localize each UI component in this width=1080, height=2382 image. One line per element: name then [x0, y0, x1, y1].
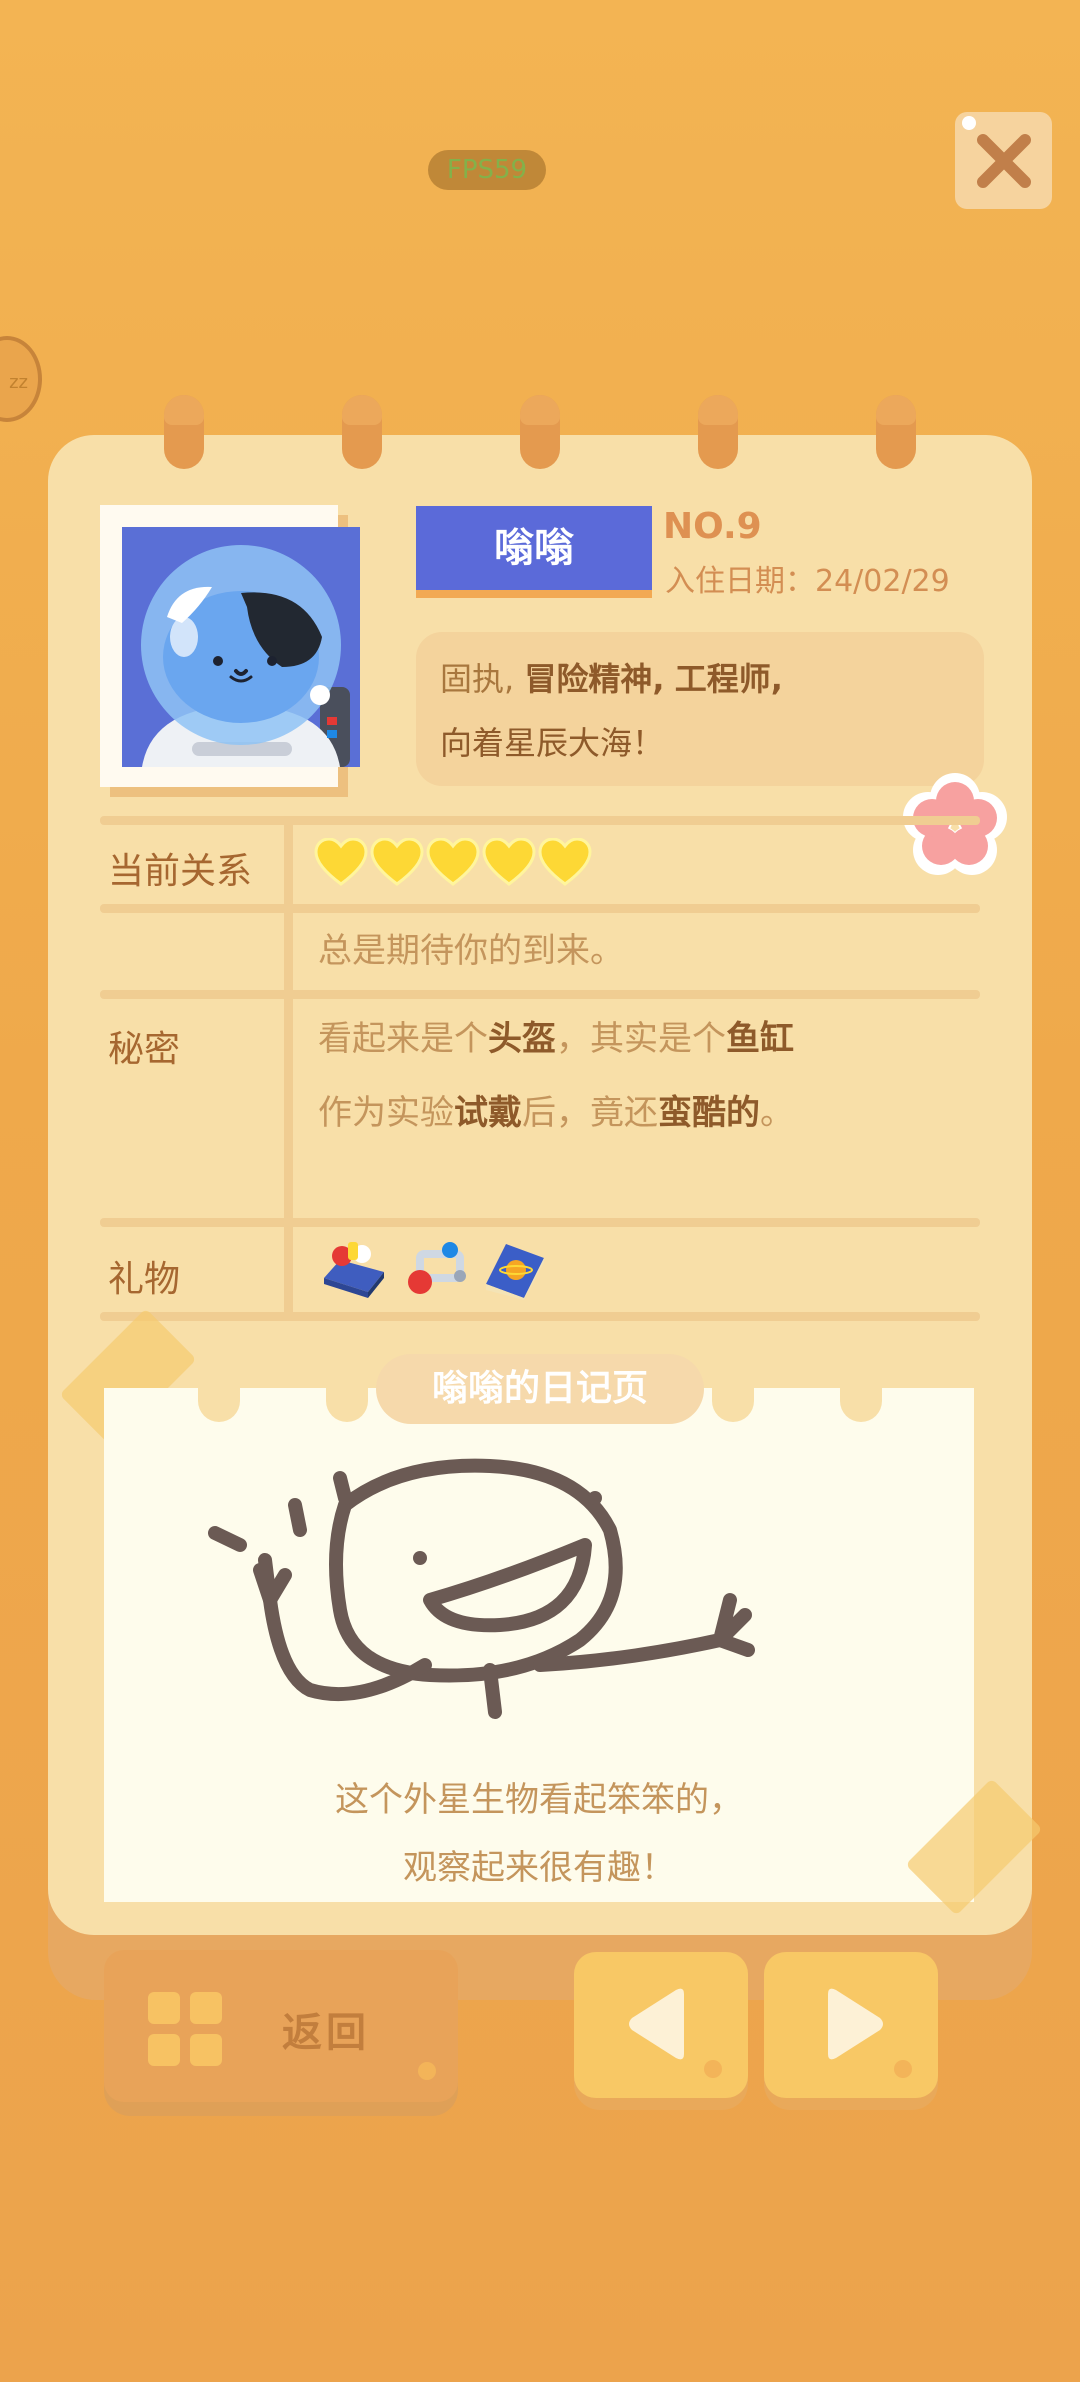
notification-dot [962, 116, 976, 130]
table-divider [100, 816, 980, 825]
heart-icon [482, 837, 536, 890]
relation-label: 当前关系 [108, 851, 253, 892]
trait-motto: 向着星辰大海！ [440, 724, 665, 762]
alien-doodle-icon [208, 1458, 755, 1719]
close-icon [977, 134, 1031, 188]
trait-stubborn: 固执, [440, 660, 515, 698]
button-shine [418, 2062, 436, 2080]
secret-text: 后，竟还 [522, 1093, 658, 1133]
secret-keyword: 蛮酷的 [658, 1093, 760, 1133]
fps-counter: FPS59 [428, 150, 546, 190]
next-button[interactable] [764, 1952, 938, 2098]
name-tag: 嗡嗡 [416, 506, 652, 598]
secret-text: 作为实验 [318, 1093, 454, 1133]
secret-keyword: 鱼缸 [726, 1019, 794, 1059]
sleep-bubble[interactable]: zz [0, 336, 42, 422]
secret-line-1: 看起来是个头盔，其实是个鱼缸 [318, 1004, 794, 1074]
grid-menu-icon [148, 1992, 222, 2066]
space-book-gift-icon[interactable] [480, 1238, 550, 1300]
relation-hearts [314, 837, 594, 894]
heart-icon [538, 837, 592, 890]
binder-ring [876, 395, 916, 469]
traits-box: 固执, 冒险精神, 工程师, 向着星辰大海！ [416, 632, 984, 786]
binder-ring [342, 395, 382, 469]
previous-button[interactable] [574, 1952, 748, 2098]
trait-adventure: 冒险精神, [524, 660, 665, 698]
resident-number: NO.9 [663, 506, 762, 547]
button-shine [894, 2060, 912, 2078]
arrow-left-icon [629, 1988, 684, 2060]
secret-text: 。 [760, 1093, 794, 1133]
table-divider [100, 1218, 980, 1227]
table-column-divider [284, 816, 293, 1321]
table-divider [100, 904, 980, 913]
toolbox-gift-icon[interactable] [318, 1238, 388, 1300]
heart-icon [314, 837, 368, 890]
secret-line-2: 作为实验试戴后，竟还蛮酷的。 [318, 1078, 794, 1148]
secret-text: ，其实是个 [556, 1019, 726, 1059]
secret-keyword: 头盔 [488, 1019, 556, 1059]
secret-text: 看起来是个 [318, 1019, 488, 1059]
trait-engineer: 工程师, [674, 660, 783, 698]
gift-label: 礼物 [108, 1259, 181, 1300]
diary-caption-line-2: 观察起来很有趣！ [403, 1848, 675, 1888]
table-divider [100, 990, 980, 999]
secret-keyword: 试戴 [454, 1093, 522, 1133]
heart-icon [426, 837, 480, 890]
arrow-right-icon [828, 1988, 883, 2060]
heart-icon [370, 837, 424, 890]
relation-note: 总是期待你的到来。 [318, 931, 624, 971]
magnet-gift-icon[interactable] [404, 1238, 474, 1300]
binder-ring [698, 395, 738, 469]
secret-label: 秘密 [108, 1029, 181, 1070]
checkin-date: 入住日期：24/02/29 [665, 564, 950, 599]
button-shine [704, 2060, 722, 2078]
diary-caption-line-1: 这个外星生物看起笨笨的， [335, 1780, 743, 1820]
avatar [122, 527, 360, 767]
binder-ring [164, 395, 204, 469]
back-label: 返回 [282, 2010, 370, 2056]
table-divider [100, 1312, 980, 1321]
diary-title: 嗡嗡的日记页 [376, 1354, 704, 1424]
binder-ring [520, 395, 560, 469]
